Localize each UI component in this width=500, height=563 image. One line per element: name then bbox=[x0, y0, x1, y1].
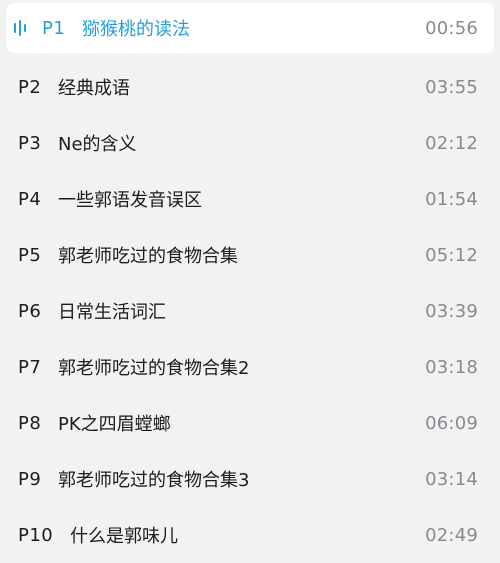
episode-title: 郭老师吃过的食物合集2 bbox=[58, 358, 250, 379]
episode-duration: 06:09 bbox=[425, 412, 478, 434]
episode-row-p10[interactable]: P10 什么是郭味儿 02:49 bbox=[0, 507, 500, 563]
episode-title: 郭老师吃过的食物合集 bbox=[58, 246, 238, 267]
episode-title: Ne的含义 bbox=[58, 134, 137, 155]
episode-title: 经典成语 bbox=[58, 78, 130, 99]
episode-duration: 01:54 bbox=[425, 188, 478, 210]
episode-row-p5[interactable]: P5 郭老师吃过的食物合集 05:12 bbox=[0, 227, 500, 283]
episode-list: P1 猕猴桃的读法 00:56 P2 经典成语 03:55 P3 Ne的含义 0… bbox=[0, 0, 500, 551]
episode-row-p9[interactable]: P9 郭老师吃过的食物合集3 03:14 bbox=[0, 451, 500, 507]
episode-row-p8[interactable]: P8 PK之四眉螳螂 06:09 bbox=[0, 395, 500, 451]
episode-title: 一些郭语发音误区 bbox=[58, 190, 202, 211]
episode-row-p2[interactable]: P2 经典成语 03:55 bbox=[0, 59, 500, 115]
episode-row-p7[interactable]: P7 郭老师吃过的食物合集2 03:18 bbox=[0, 339, 500, 395]
episode-part-label: P3 bbox=[18, 132, 42, 154]
episode-duration: 03:14 bbox=[425, 468, 478, 490]
episode-row-p3[interactable]: P3 Ne的含义 02:12 bbox=[0, 115, 500, 171]
sound-wave-icon bbox=[14, 20, 30, 36]
episode-part-label: P9 bbox=[18, 468, 42, 490]
episode-part-label: P7 bbox=[18, 356, 42, 378]
episode-title: 什么是郭味儿 bbox=[70, 526, 178, 547]
episode-part-label: P4 bbox=[18, 188, 42, 210]
episode-duration: 03:18 bbox=[425, 356, 478, 378]
episode-title: 日常生活词汇 bbox=[58, 302, 166, 323]
episode-part-label: P1 bbox=[42, 17, 66, 39]
episode-title: 猕猴桃的读法 bbox=[82, 19, 190, 40]
episode-part-label: P5 bbox=[18, 244, 42, 266]
episode-part-label: P8 bbox=[18, 412, 42, 434]
episode-duration: 03:55 bbox=[425, 76, 478, 98]
episode-row-p4[interactable]: P4 一些郭语发音误区 01:54 bbox=[0, 171, 500, 227]
episode-title: PK之四眉螳螂 bbox=[58, 414, 171, 435]
episode-title: 郭老师吃过的食物合集3 bbox=[58, 470, 250, 491]
episode-row-p1[interactable]: P1 猕猴桃的读法 00:56 bbox=[6, 3, 494, 53]
episode-duration: 02:49 bbox=[425, 524, 478, 546]
episode-duration: 02:12 bbox=[425, 132, 478, 154]
episode-part-label: P6 bbox=[18, 300, 42, 322]
episode-duration: 05:12 bbox=[425, 244, 478, 266]
episode-part-label: P10 bbox=[18, 524, 54, 546]
episode-part-label: P2 bbox=[18, 76, 42, 98]
episode-duration: 03:39 bbox=[425, 300, 478, 322]
episode-duration: 00:56 bbox=[425, 17, 478, 39]
episode-row-p6[interactable]: P6 日常生活词汇 03:39 bbox=[0, 283, 500, 339]
